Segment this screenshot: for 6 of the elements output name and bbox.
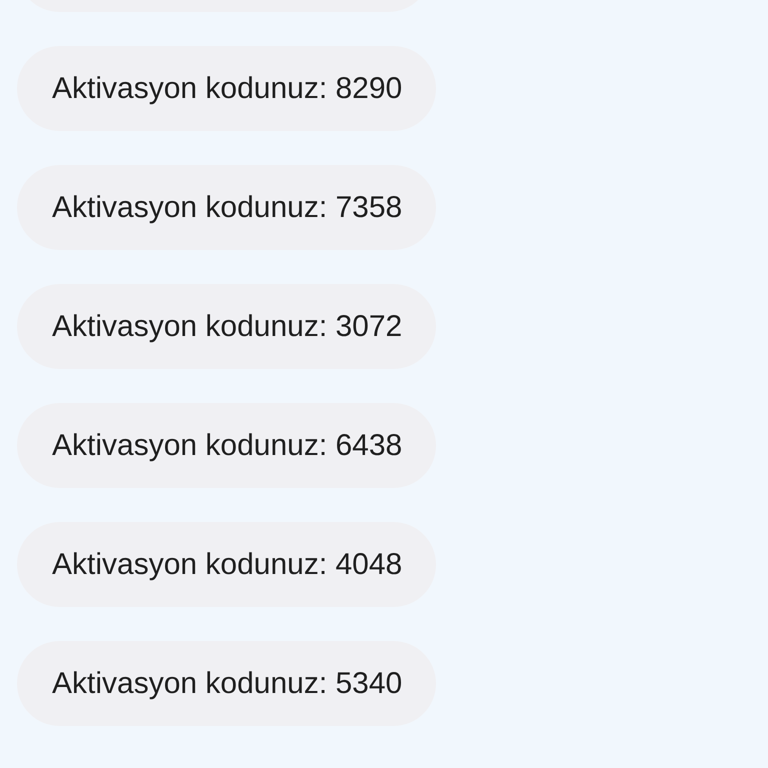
- message-bubble: Aktivasyon kodunuz: 6438: [17, 403, 436, 488]
- message-bubble: Aktivasyon kodunuz: 8290: [17, 46, 436, 131]
- message-bubble: Aktivasyon kodunuz: 7358: [17, 165, 436, 250]
- message-bubble: Aktivasyon kodunuz: 5340: [17, 641, 436, 726]
- message-bubble: Aktivasyon kodunuz: 3072: [17, 284, 436, 369]
- message-bubble: Aktivasyon kodunuz: 4048: [17, 522, 436, 607]
